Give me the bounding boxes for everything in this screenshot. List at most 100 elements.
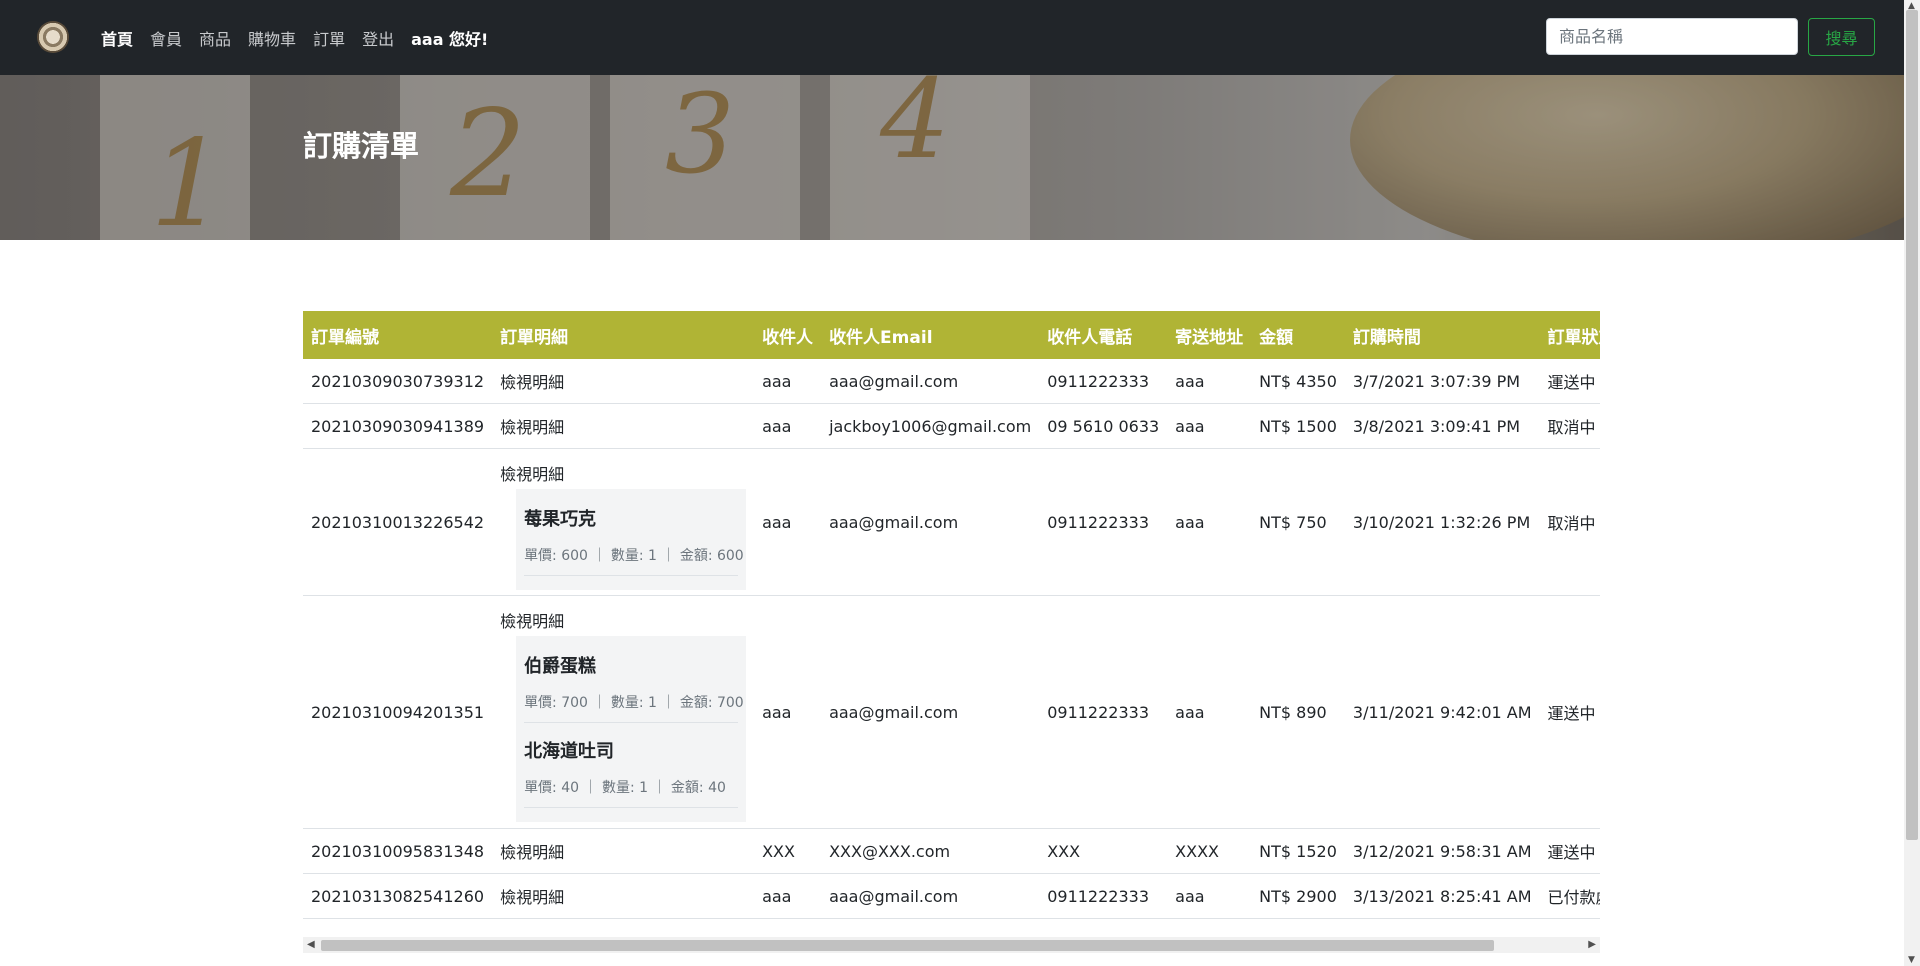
cell-phone: 0911222333 — [1039, 873, 1168, 919]
cell-status: 運送中 — [1539, 595, 1600, 829]
view-details-link[interactable]: 檢視明細 — [500, 465, 564, 484]
cell-status: 取消中 — [1539, 448, 1600, 596]
cell-order-time: 3/7/2021 3:07:39 PM — [1344, 359, 1540, 404]
cell-phone: 0911222333 — [1039, 595, 1168, 829]
item-meta: 單價: 600 ｜ 數量: 1 ｜ 金額: 600 — [524, 545, 744, 576]
cell-order-id: 20210309030739312 — [303, 359, 493, 404]
cell-email: jackboy1006@gmail.com — [821, 403, 1040, 449]
item-meta: 單價: 700 ｜ 數量: 1 ｜ 金額: 700 — [524, 692, 744, 723]
orders-table-container: 訂單編號 訂單明細 收件人 收件人Email 收件人電話 寄送地址 金額 訂購時… — [303, 311, 1600, 954]
col-header-address: 寄送地址 — [1167, 311, 1252, 359]
item-name: 伯爵蛋糕 — [524, 656, 597, 677]
nav-link-home[interactable]: 首頁 — [101, 26, 133, 50]
item-name: 北海道吐司 — [524, 741, 615, 762]
cell-address: aaa — [1167, 873, 1252, 919]
user-greeting: aaa 您好! — [411, 29, 489, 49]
hero-overlay — [0, 75, 1904, 240]
cell-order-id: 20210310095831348 — [303, 828, 493, 874]
hero-banner: 1 2 3 4 訂購清單 — [0, 75, 1904, 240]
site-logo[interactable] — [37, 21, 69, 53]
scroll-right-arrow-icon[interactable]: ▶ — [1588, 939, 1596, 950]
cell-status: 運送中 — [1539, 828, 1600, 874]
cell-address: XXXX — [1167, 828, 1252, 874]
table-row: 20210310094201351 檢視明細 伯爵蛋糕 單價: 700 ｜ 數量… — [303, 595, 1600, 829]
cell-address: aaa — [1167, 403, 1252, 449]
cell-amount: NT$ 2900 — [1251, 873, 1345, 919]
scroll-left-arrow-icon[interactable]: ◀ — [307, 939, 315, 950]
nav-link-logout[interactable]: 登出 — [362, 26, 394, 50]
col-header-order-time: 訂購時間 — [1344, 311, 1540, 359]
table-row: 20210313082541260 檢視明細 aaa aaa@gmail.com… — [303, 873, 1600, 919]
cell-address: aaa — [1167, 595, 1252, 829]
cell-order-id: 20210310094201351 — [303, 595, 493, 829]
nav-links: 首頁 會員 商品 購物車 訂單 登出 aaa 您好! — [101, 0, 488, 75]
cell-email: aaa@gmail.com — [821, 359, 1040, 404]
cell-amount: NT$ 1520 — [1251, 828, 1345, 874]
cell-recipient: aaa — [754, 403, 822, 449]
order-items-panel: 伯爵蛋糕 單價: 700 ｜ 數量: 1 ｜ 金額: 700 北海道吐司 單價:… — [516, 636, 747, 822]
cell-amount: NT$ 1500 — [1251, 403, 1345, 449]
scrollbar-thumb[interactable] — [1906, 10, 1918, 840]
table-row: 20210309030739312 檢視明細 aaa aaa@gmail.com… — [303, 359, 1600, 404]
view-details-link[interactable]: 檢視明細 — [500, 843, 564, 862]
table-row: 20210310013226542 檢視明細 莓果巧克 單價: 600 ｜ 數量… — [303, 448, 1600, 596]
col-header-status: 訂單狀態 — [1539, 311, 1600, 359]
view-details-link[interactable]: 檢視明細 — [500, 418, 564, 437]
col-header-order-id: 訂單編號 — [303, 311, 493, 359]
cell-recipient: XXX — [754, 828, 822, 874]
cell-address: aaa — [1167, 359, 1252, 404]
cell-phone: XXX — [1039, 828, 1168, 874]
table-header-row: 訂單編號 訂單明細 收件人 收件人Email 收件人電話 寄送地址 金額 訂購時… — [303, 311, 1600, 359]
search-button[interactable]: 搜尋 — [1808, 18, 1875, 56]
cell-order-time: 3/8/2021 3:09:41 PM — [1344, 403, 1540, 449]
cell-email: XXX@XXX.com — [821, 828, 1040, 874]
cell-email: aaa@gmail.com — [821, 595, 1040, 829]
search-input[interactable] — [1546, 18, 1798, 55]
cell-recipient: aaa — [754, 595, 822, 829]
table-row: 20210310095831348 檢視明細 XXX XXX@XXX.com X… — [303, 828, 1600, 874]
table-horizontal-scrollbar[interactable]: ◀ ▶ — [303, 937, 1600, 953]
nav-link-orders[interactable]: 訂單 — [313, 26, 345, 50]
cell-status: 取消中 — [1539, 403, 1600, 449]
cell-order-time: 3/12/2021 9:58:31 AM — [1344, 828, 1540, 874]
cell-phone: 0911222333 — [1039, 359, 1168, 404]
cell-recipient: aaa — [754, 359, 822, 404]
nav-link-cart[interactable]: 購物車 — [248, 26, 296, 50]
cell-amount: NT$ 890 — [1251, 595, 1345, 829]
cell-order-time: 3/10/2021 1:32:26 PM — [1344, 448, 1540, 596]
table-row: 20210309030941389 檢視明細 aaa jackboy1006@g… — [303, 403, 1600, 449]
col-header-amount: 金額 — [1251, 311, 1345, 359]
cell-address: aaa — [1167, 448, 1252, 596]
cell-phone: 09 5610 0633 — [1039, 403, 1168, 449]
col-header-email: 收件人Email — [821, 311, 1040, 359]
col-header-phone: 收件人電話 — [1039, 311, 1168, 359]
col-header-recipient: 收件人 — [754, 311, 822, 359]
item-name: 莓果巧克 — [524, 509, 597, 530]
nav-link-products[interactable]: 商品 — [199, 26, 231, 50]
cell-amount: NT$ 4350 — [1251, 359, 1345, 404]
top-navbar: 首頁 會員 商品 購物車 訂單 登出 aaa 您好! 搜尋 — [0, 0, 1904, 75]
scrollbar-thumb[interactable] — [321, 940, 1494, 951]
orders-table: 訂單編號 訂單明細 收件人 收件人Email 收件人電話 寄送地址 金額 訂購時… — [303, 311, 1600, 919]
page-vertical-scrollbar[interactable]: ▲ ▼ — [1904, 0, 1920, 966]
col-header-details: 訂單明細 — [492, 311, 755, 359]
cell-order-time: 3/11/2021 9:42:01 AM — [1344, 595, 1540, 829]
cell-status: 已付款處理中 — [1539, 873, 1600, 919]
cell-order-time: 3/13/2021 8:25:41 AM — [1344, 873, 1540, 919]
scroll-down-arrow-icon[interactable]: ▼ — [1908, 955, 1915, 965]
view-details-link[interactable]: 檢視明細 — [500, 612, 564, 631]
cell-order-id: 20210313082541260 — [303, 873, 493, 919]
cell-order-id: 20210310013226542 — [303, 448, 493, 596]
cell-recipient: aaa — [754, 448, 822, 596]
page-title: 訂購清單 — [303, 129, 420, 163]
cell-recipient: aaa — [754, 873, 822, 919]
view-details-link[interactable]: 檢視明細 — [500, 373, 564, 392]
cell-email: aaa@gmail.com — [821, 448, 1040, 596]
cell-amount: NT$ 750 — [1251, 448, 1345, 596]
item-meta: 單價: 40 ｜ 數量: 1 ｜ 金額: 40 — [524, 777, 739, 808]
nav-link-member[interactable]: 會員 — [150, 26, 182, 50]
order-items-panel: 莓果巧克 單價: 600 ｜ 數量: 1 ｜ 金額: 600 — [516, 489, 747, 590]
view-details-link[interactable]: 檢視明細 — [500, 888, 564, 907]
cell-status: 運送中 — [1539, 359, 1600, 404]
cell-phone: 0911222333 — [1039, 448, 1168, 596]
